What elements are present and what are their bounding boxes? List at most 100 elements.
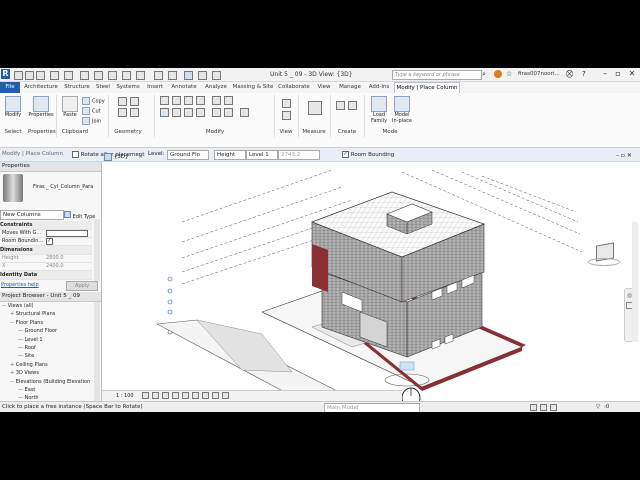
family-type-name[interactable]: Firas _ Cyl_Column_Para [33,184,93,190]
select-underlay-icon[interactable] [540,404,547,411]
search-icon[interactable]: ⌕ [482,70,486,79]
tab-annotate[interactable]: Annotate [168,82,200,93]
tab-add-ins[interactable]: Add-Ins [366,82,392,93]
browser-item[interactable]: − Views (all) [2,302,94,310]
3d-view-icon[interactable] [154,71,163,80]
thin-lines-icon[interactable] [184,71,193,80]
text-icon[interactable] [136,71,145,80]
paint-icon[interactable] [130,108,139,117]
active-model-dropdown[interactable]: Main Model [324,403,420,412]
checkbox-checked[interactable]: ✓ [342,151,349,158]
array-icon[interactable] [196,108,205,117]
prop-row[interactable]: X 2400.0 [2,262,92,271]
edit-type-button[interactable]: Edit Type [64,211,95,220]
paste-button[interactable]: Paste [60,96,80,118]
view-scrollbar-vertical[interactable] [632,222,638,342]
split-icon[interactable] [212,96,221,105]
type-selector[interactable]: New Columns [0,210,64,220]
tab-steel[interactable]: Steel [94,82,112,93]
properties-scrollbar[interactable] [94,219,100,281]
room-bounding-checkbox[interactable]: ✓ Room Bounding [342,151,394,158]
browser-item[interactable]: — East [2,386,94,394]
close-hidden-icon[interactable] [198,71,207,80]
panel-select-label[interactable]: Select [2,129,24,135]
tab-architecture[interactable]: Architecture [22,82,60,93]
section-icon[interactable] [168,71,177,80]
tab-structure[interactable]: Structure [62,82,92,93]
height-input[interactable]: 2743.2 [278,150,320,160]
browser-item[interactable]: + 3D Views [2,369,94,377]
undo-icon[interactable] [50,71,59,80]
revit-logo[interactable]: R [1,69,10,79]
close-icon[interactable]: ✕ [627,69,637,79]
cope-icon[interactable] [118,97,127,106]
crop-view-icon[interactable] [192,392,199,399]
search-input[interactable]: Type a keyword or phrase [392,70,482,80]
steering-wheel-icon[interactable] [626,293,632,298]
shadows-icon[interactable] [172,392,179,399]
browser-item[interactable]: + Structural Plans [2,310,94,318]
cart-icon[interactable]: ⛒ [566,70,573,79]
apply-button[interactable]: Apply [66,281,98,291]
open-icon[interactable] [14,71,23,80]
reveal-hidden-icon[interactable] [222,392,229,399]
user-account[interactable]: firas007noori... [518,71,560,77]
viewcube-compass[interactable] [588,258,620,266]
browser-item[interactable]: − Floor Plans [2,319,94,327]
properties-help-link[interactable]: Properties help [1,282,39,288]
temporary-hide-icon[interactable] [212,392,219,399]
print-icon[interactable] [80,71,89,80]
sync-icon[interactable] [36,71,45,80]
top-level-dropdown[interactable]: Level 1 [246,150,278,160]
section-identity-data[interactable]: Identity Data [0,271,92,280]
detail-level-icon[interactable] [142,392,149,399]
redo-icon[interactable] [64,71,73,80]
visual-style-icon[interactable] [152,392,159,399]
join-button[interactable]: Join [82,117,101,125]
create-assembly-icon[interactable] [336,101,345,110]
scale-icon[interactable] [212,108,221,117]
split-face-icon[interactable] [130,97,139,106]
browser-item[interactable]: — Roof [2,344,94,352]
browser-item[interactable]: − Elevations (Building Elevation [2,378,94,386]
dimension-icon[interactable] [108,71,117,80]
trim-icon[interactable] [224,96,233,105]
create-parts-icon[interactable] [348,101,357,110]
tab-massing-site[interactable]: Massing & Site [232,82,274,93]
move-icon[interactable] [160,108,169,117]
align-icon[interactable] [160,96,169,105]
close-tab-icon[interactable]: ✕ [138,154,143,160]
view-tab-3d[interactable]: {3D} ✕ [104,152,143,162]
tab-file[interactable]: File [0,82,20,93]
lock-3d-icon[interactable] [202,392,209,399]
tag-icon[interactable] [122,71,131,80]
height-dropdown[interactable]: Height [214,150,246,160]
load-family-button[interactable]: Load Family [368,96,390,124]
viewcube[interactable] [588,242,620,266]
browser-item[interactable]: — Ground Floor [2,327,94,335]
filter-icon[interactable]: ▽ [596,402,600,412]
select-pinned-icon[interactable] [550,404,557,411]
delete-icon[interactable] [240,108,249,117]
3d-viewport[interactable] [102,162,640,412]
tab-insert[interactable]: Insert [144,82,166,93]
modify-button[interactable]: Modify [2,96,24,118]
view-settings-icon[interactable] [282,99,291,108]
copy-element-icon[interactable] [172,108,181,117]
room-bounding-prop-checkbox[interactable]: ✓ [46,238,53,245]
mirror-draw-icon[interactable] [196,96,205,105]
checkbox-box[interactable] [72,151,79,158]
star-icon[interactable]: ☆ [506,70,512,78]
save-icon[interactable] [25,71,34,80]
copy-button[interactable]: Copy [82,97,105,105]
minimize-icon[interactable]: – [600,69,610,79]
render-icon[interactable] [182,392,189,399]
subscription-icon[interactable] [494,70,502,78]
offset-icon[interactable] [172,96,181,105]
sun-path-icon[interactable] [162,392,169,399]
tab-collaborate[interactable]: Collaborate [276,82,312,93]
measure-icon[interactable] [94,71,103,80]
browser-item[interactable]: — Level 1 [2,336,94,344]
help-icon[interactable]: ? [582,70,586,78]
browser-scrollbar[interactable] [94,302,100,402]
